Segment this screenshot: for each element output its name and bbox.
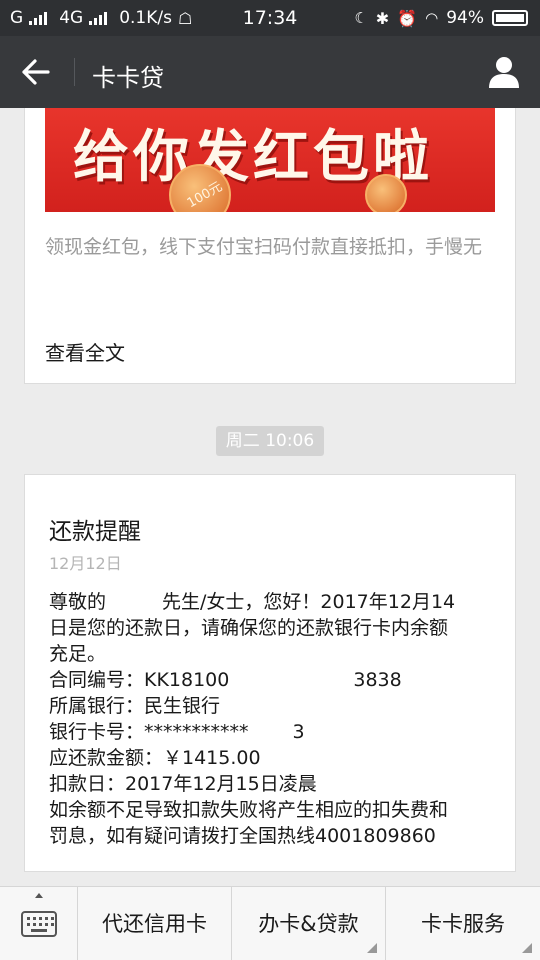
- coin-label: 100元: [184, 179, 226, 212]
- bank-line: 所属银行：民生银行: [49, 695, 221, 717]
- repayment-reminder-card[interactable]: 还款提醒 12月12日 尊敬的x先生/女士，您好！2017年12月14 日是您的…: [24, 474, 516, 872]
- menu-label: 代还信用卡: [102, 912, 207, 936]
- back-arrow-icon[interactable]: [16, 54, 56, 90]
- menu-label: 卡卡服务: [421, 912, 505, 936]
- person-icon[interactable]: [486, 54, 522, 90]
- status-right: ☾ ✱ ⏰ ◠ 94%: [354, 8, 528, 28]
- menu-repay-credit-card[interactable]: 代还信用卡: [78, 887, 232, 960]
- body-line: 日是您的还款日，请确保您的还款银行卡内余额: [49, 617, 449, 639]
- redacted-name: x: [106, 589, 163, 615]
- battery-percent: 94%: [446, 8, 484, 28]
- bluetooth-icon: ✱: [375, 8, 390, 28]
- body-line: 尊敬的x先生/女士，您好！2017年12月14: [49, 589, 499, 615]
- coin-icon: [365, 174, 407, 212]
- keyboard-icon: [21, 911, 57, 937]
- read-more-link[interactable]: 查看全文: [45, 337, 125, 366]
- promo-description: 领现金红包，线下支付宝扫码付款直接抵扣，手慢无: [45, 236, 483, 258]
- amount-line: 应还款金额：￥1415.00: [49, 747, 261, 769]
- status-bar: G 4G 0.1K/s ☖ 17:34 ☾ ✱ ⏰ ◠ 94%: [0, 0, 540, 36]
- hotline-line: 罚息，如有疑问请拨打全国热线4001809860: [49, 825, 436, 847]
- bottom-menu-bar: 代还信用卡 办卡&贷款 卡卡服务: [0, 886, 540, 960]
- promo-card[interactable]: 给你发红包啦 100元 领现金红包，线下支付宝扫码付款直接抵扣，手慢无 查看全文: [24, 108, 516, 384]
- keyboard-toggle-button[interactable]: [0, 887, 78, 960]
- body-line: 充足。: [49, 643, 107, 665]
- page-title: 卡卡贷: [92, 64, 164, 92]
- menu-card-and-loan[interactable]: 办卡&贷款: [232, 887, 386, 960]
- contract-number-line: 合同编号：KK18100x3838: [49, 667, 499, 693]
- message-timestamp: 周二 10:06: [216, 426, 324, 456]
- menu-kaka-service[interactable]: 卡卡服务: [386, 887, 540, 960]
- reminder-title: 还款提醒: [49, 519, 141, 545]
- card-prefix: 银行卡号：***********: [49, 721, 249, 743]
- card-number-line: 银行卡号：***********x3: [49, 719, 499, 745]
- body-line: 如余额不足导致扣款失败将产生相应的扣失费和: [49, 799, 449, 821]
- wifi-icon: ◠: [425, 9, 439, 27]
- greeting-prefix: 尊敬的: [49, 591, 107, 613]
- redacted-card: x: [248, 719, 293, 745]
- reminder-date: 12月12日: [49, 554, 122, 573]
- deduction-date-line: 扣款日：2017年12月15日凌晨: [49, 773, 317, 795]
- promo-banner[interactable]: 给你发红包啦 100元: [45, 108, 495, 212]
- nav-bar: 卡卡贷: [0, 36, 540, 108]
- moon-icon: ☾: [354, 9, 368, 27]
- alarm-icon: ⏰: [397, 8, 418, 28]
- greeting-rest: 先生/女士，您好！2017年12月14: [162, 591, 456, 613]
- card-suffix: 3: [292, 721, 305, 743]
- submenu-indicator-icon: [367, 943, 377, 953]
- caret-up-icon: [35, 893, 43, 898]
- nav-divider: [74, 58, 75, 86]
- contract-suffix: 3838: [353, 669, 402, 691]
- reminder-body: 尊敬的x先生/女士，您好！2017年12月14 日是您的还款日，请确保您的还款银…: [49, 589, 499, 849]
- battery-icon: [492, 10, 528, 26]
- submenu-indicator-icon: [522, 943, 532, 953]
- redacted-contract: x: [229, 667, 354, 693]
- contract-prefix: 合同编号：KK18100: [49, 669, 230, 691]
- menu-label: 办卡&贷款: [258, 912, 359, 936]
